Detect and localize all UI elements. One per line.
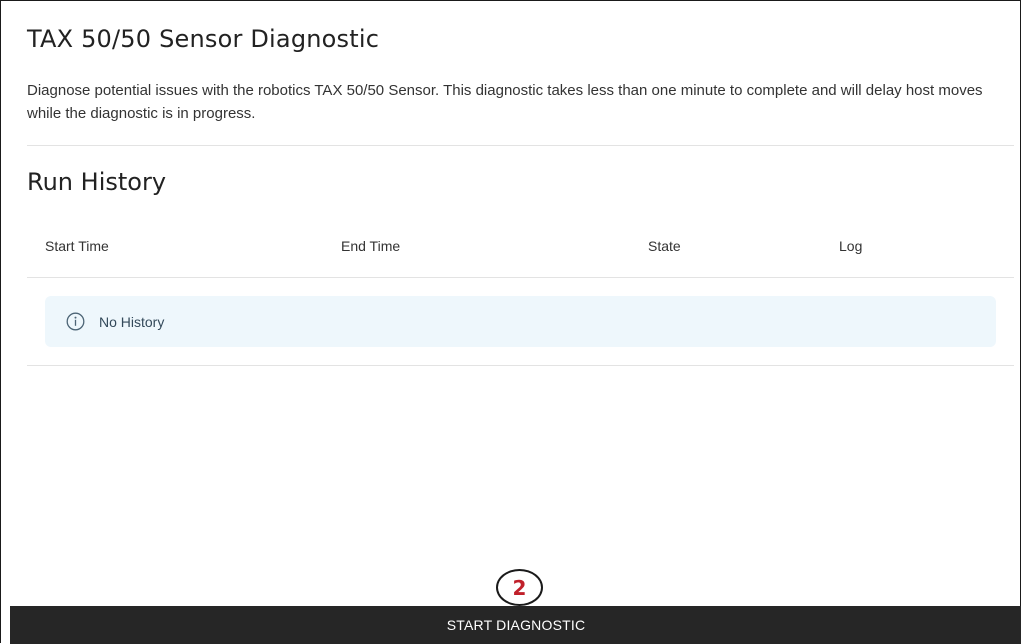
info-icon (66, 312, 85, 331)
table-footer-divider (27, 365, 1014, 366)
diagnostic-panel: TAX 50/50 Sensor Diagnostic Diagnose pot… (0, 0, 1021, 644)
step-number-badge: 2 (496, 569, 543, 606)
start-diagnostic-button[interactable]: START DIAGNOSTIC (10, 606, 1021, 644)
page-title: TAX 50/50 Sensor Diagnostic (27, 25, 380, 53)
column-header-start-time: Start Time (45, 238, 109, 254)
run-history-title: Run History (27, 168, 167, 196)
column-header-state: State (648, 238, 681, 254)
table-header-divider (27, 277, 1014, 278)
section-divider (27, 145, 1014, 146)
column-header-log: Log (839, 238, 863, 254)
diagnostic-description: Diagnose potential issues with the robot… (27, 82, 983, 122)
no-history-text: No History (99, 313, 165, 330)
column-header-end-time: End Time (341, 238, 401, 254)
no-history-alert: No History (45, 296, 996, 347)
